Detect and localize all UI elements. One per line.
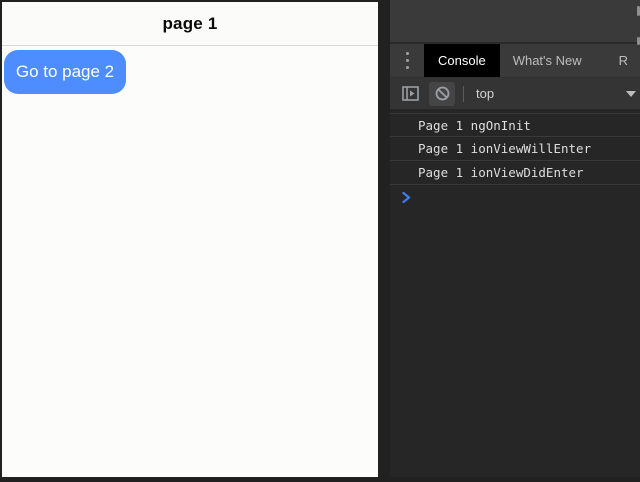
console-message-row[interactable]: Page 1 ionViewDidEnter <box>390 161 640 185</box>
page-title: page 1 <box>162 14 217 34</box>
console-sidebar-toggle-button[interactable] <box>397 82 423 106</box>
clear-console-button[interactable] <box>429 82 455 106</box>
console-message-text: Page 1 ionViewDidEnter <box>418 165 584 180</box>
console-message-row[interactable]: Page 1 ngOnInit <box>390 113 640 137</box>
devtools-panel: Console What's New R top Page 1 <box>390 0 640 477</box>
drawer-tab-bar: Console What's New R <box>390 44 640 77</box>
app-page-panel: page 1 Go to page 2 <box>2 2 378 477</box>
tab-whats-new[interactable]: What's New <box>500 44 595 77</box>
console-messages: Page 1 ngOnInit Page 1 ionViewWillEnter … <box>390 113 640 209</box>
tab-whats-new-label: What's New <box>513 53 582 68</box>
console-message-text: Page 1 ngOnInit <box>418 118 531 133</box>
console-toolbar: top <box>390 77 640 109</box>
tab-console[interactable]: Console <box>424 44 500 77</box>
context-selector[interactable]: top <box>476 86 494 101</box>
console-prompt-chevron-icon <box>402 192 411 203</box>
more-options-kebab-icon[interactable] <box>390 44 424 77</box>
tab-partial[interactable]: R <box>595 44 630 77</box>
devtools-main-area <box>390 0 640 44</box>
clear-console-ban-icon <box>435 86 450 101</box>
tab-console-label: Console <box>438 53 486 68</box>
console-prompt[interactable] <box>390 185 640 209</box>
console-message-text: Page 1 ionViewWillEnter <box>418 141 591 156</box>
toolbar-separator <box>463 86 464 102</box>
context-dropdown-caret-icon[interactable] <box>626 91 636 97</box>
console-message-row[interactable]: Page 1 ionViewWillEnter <box>390 137 640 161</box>
tab-partial-label: R <box>619 53 628 68</box>
console-sidebar-icon <box>402 86 419 101</box>
go-to-page-2-button[interactable]: Go to page 2 <box>4 50 126 94</box>
app-header: page 1 <box>2 2 378 46</box>
